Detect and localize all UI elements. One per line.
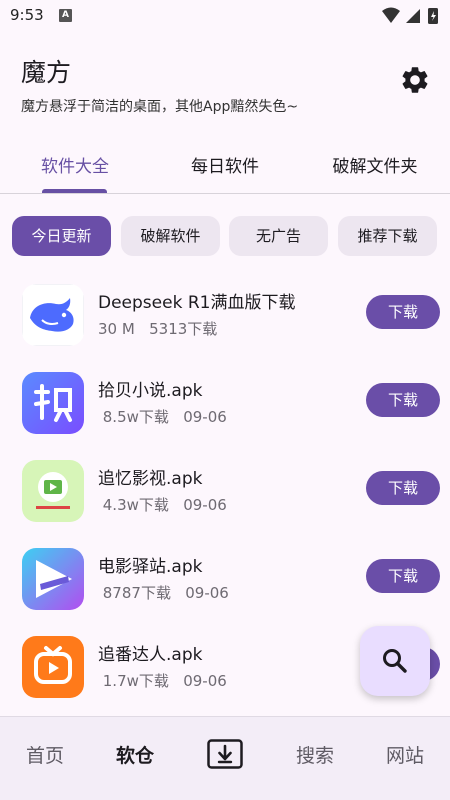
active-tab-indicator: [42, 189, 107, 193]
zhuifan-app-icon: [22, 636, 84, 698]
category-tabs: 软件大全 每日软件 破解文件夹: [0, 140, 450, 194]
tab-daily-software[interactable]: 每日软件: [150, 152, 300, 177]
tab-software-all[interactable]: 软件大全: [0, 152, 150, 177]
app-name: 电影驿站.apk: [98, 557, 203, 577]
notification-badge-icon: A: [59, 9, 72, 22]
chip-cracked-software[interactable]: 破解软件: [121, 216, 220, 256]
search-fab-button[interactable]: [360, 626, 430, 696]
chip-recommended[interactable]: 推荐下载: [338, 216, 437, 256]
app-name: 拾贝小说.apk: [98, 381, 203, 401]
list-item[interactable]: Deepseek R1满血版下载 30 M 5313下载 下载: [0, 284, 450, 364]
list-item[interactable]: 追忆影视.apk 4.3w下载 09-06 下载: [0, 460, 450, 540]
app-name: 追忆影视.apk: [98, 469, 203, 489]
nav-software-warehouse[interactable]: 软仓: [100, 741, 170, 768]
bottom-navigation: 首页 软仓 搜索 网站: [0, 716, 450, 800]
status-bar: 9:53 A: [0, 0, 450, 32]
app-meta: 4.3w下载 09-06: [98, 496, 227, 514]
wifi-icon: [382, 7, 400, 23]
nav-home[interactable]: 首页: [10, 741, 80, 768]
page-subtitle: 魔方悬浮于简洁的桌面，其他App黯然失色~: [21, 99, 299, 115]
app-meta: 30 M 5313下载: [98, 320, 218, 338]
search-icon: [383, 649, 407, 673]
app-meta: 8787下载 09-06: [98, 584, 229, 602]
movie-station-app-icon: [22, 548, 84, 610]
download-box-icon: [207, 739, 243, 769]
tab-crack-folder[interactable]: 破解文件夹: [300, 152, 450, 177]
chip-no-ads[interactable]: 无广告: [229, 216, 328, 256]
chip-today-updates[interactable]: 今日更新: [12, 216, 111, 256]
zhuiyi-video-app-icon: [22, 460, 84, 522]
status-time: 9:53: [10, 6, 44, 24]
download-button[interactable]: 下载: [366, 383, 440, 417]
settings-button[interactable]: [399, 64, 431, 96]
nav-search[interactable]: 搜索: [280, 741, 350, 768]
status-icons: [382, 7, 438, 24]
deepseek-app-icon: [22, 284, 84, 346]
gear-icon: [402, 67, 428, 93]
download-button[interactable]: 下载: [366, 295, 440, 329]
download-button[interactable]: 下载: [366, 559, 440, 593]
list-item[interactable]: 拾贝小说.apk 8.5w下载 09-06 下载: [0, 372, 450, 452]
signal-icon: [406, 9, 420, 23]
download-button[interactable]: 下载: [366, 471, 440, 505]
app-name: 追番达人.apk: [98, 645, 203, 665]
nav-websites[interactable]: 网站: [370, 741, 440, 768]
nav-download[interactable]: [207, 739, 243, 769]
shibei-novel-app-icon: [22, 372, 84, 434]
page-title: 魔方: [21, 58, 72, 87]
app-name: Deepseek R1满血版下载: [98, 293, 296, 313]
app-meta: 1.7w下载 09-06: [98, 672, 227, 690]
list-item[interactable]: 电影驿站.apk 8787下载 09-06 下载: [0, 548, 450, 628]
app-meta: 8.5w下载 09-06: [98, 408, 227, 426]
